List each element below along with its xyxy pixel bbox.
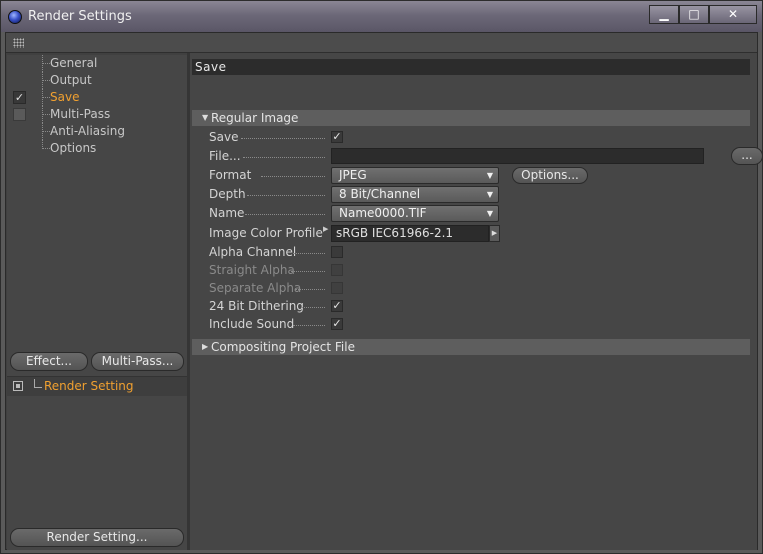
- save-settings-panel: Save ▼ Regular Image Save ✓ File... ... …: [190, 53, 763, 550]
- dropdown-arrow-icon: ▼: [486, 171, 493, 180]
- window-controls: ▁ □ ✕: [649, 5, 757, 25]
- depth-row: Depth 8 Bit/Channel ▼: [209, 186, 749, 203]
- straight-alpha-label: Straight Alpha: [209, 263, 295, 277]
- client-area: General Output ✓ Save Multi-Pass Anti-Al…: [5, 32, 763, 550]
- include-sound-label: Include Sound: [209, 317, 295, 331]
- window-title: Render Settings: [28, 9, 132, 24]
- file-label: File...: [209, 149, 241, 163]
- sidebar-item-multi-pass[interactable]: Multi-Pass: [7, 106, 187, 123]
- sidebar-item-anti-aliasing[interactable]: Anti-Aliasing: [7, 123, 187, 140]
- alpha-channel-checkbox[interactable]: [331, 246, 343, 258]
- effect-button[interactable]: Effect...: [10, 352, 88, 371]
- maximize-button[interactable]: □: [679, 5, 709, 24]
- expand-triangle-icon: ▶: [202, 342, 209, 351]
- title-bar[interactable]: Render Settings ▁ □ ✕: [1, 1, 762, 32]
- settings-sidebar: General Output ✓ Save Multi-Pass Anti-Al…: [7, 55, 187, 550]
- toolbar: [6, 33, 757, 53]
- dithering-label: 24 Bit Dithering: [209, 299, 304, 313]
- save-label: Save: [209, 130, 239, 144]
- cinema4d-app-icon: [8, 10, 22, 24]
- dropdown-arrow-icon: ▼: [486, 209, 493, 218]
- format-dropdown[interactable]: JPEG ▼: [331, 167, 499, 184]
- close-button[interactable]: ✕: [709, 5, 757, 24]
- alpha-channel-row: Alpha Channel: [209, 244, 749, 261]
- separate-alpha-row: Separate Alpha: [209, 280, 749, 297]
- regular-image-section-header[interactable]: ▼ Regular Image: [192, 110, 750, 126]
- compositing-section-header[interactable]: ▶ Compositing Project File: [192, 339, 750, 355]
- name-dropdown[interactable]: Name0000.TIF ▼: [331, 205, 499, 222]
- sidebar-item-general[interactable]: General: [7, 55, 187, 72]
- expand-triangle-icon[interactable]: ▶: [323, 225, 328, 233]
- format-label: Format: [209, 168, 252, 182]
- file-row: File... ...: [209, 147, 763, 165]
- sidebar-item-options[interactable]: Options: [7, 140, 187, 157]
- format-options-button[interactable]: Options...: [512, 167, 588, 184]
- render-setting-item[interactable]: Render Setting: [44, 379, 134, 393]
- render-setting-icon[interactable]: [13, 381, 23, 391]
- settings-tree: General Output ✓ Save Multi-Pass Anti-Al…: [7, 55, 187, 157]
- browse-file-button[interactable]: ...: [731, 147, 763, 165]
- minimize-button[interactable]: ▁: [649, 5, 679, 24]
- multi-pass-enable-checkbox[interactable]: [13, 108, 26, 121]
- save-checkbox[interactable]: ✓: [331, 131, 343, 143]
- straight-alpha-row: Straight Alpha: [209, 262, 749, 279]
- dithering-checkbox[interactable]: ✓: [331, 300, 343, 312]
- separate-alpha-checkbox[interactable]: [331, 282, 343, 294]
- alpha-channel-label: Alpha Channel: [209, 245, 297, 259]
- sidebar-item-label: Multi-Pass: [50, 107, 111, 121]
- render-setting-list: Render Setting: [7, 376, 187, 396]
- render-settings-window: Render Settings ▁ □ ✕ General Output ✓ S…: [0, 0, 763, 554]
- grip-icon[interactable]: [13, 38, 24, 48]
- color-profile-label: Image Color Profile: [209, 226, 323, 240]
- profile-menu-arrow-icon[interactable]: ▶: [489, 225, 500, 242]
- name-row: Name Name0000.TIF ▼: [209, 205, 749, 222]
- multi-pass-button[interactable]: Multi-Pass...: [91, 352, 184, 371]
- separate-alpha-label: Separate Alpha: [209, 281, 302, 295]
- sidebar-item-label: Output: [50, 73, 92, 87]
- sidebar-item-save[interactable]: ✓ Save: [7, 89, 187, 106]
- color-profile-row: Image Color Profile ▶ sRGB IEC61966-2.1 …: [209, 225, 749, 242]
- straight-alpha-checkbox[interactable]: [331, 264, 343, 276]
- collapse-triangle-icon: ▼: [202, 113, 209, 122]
- dithering-row: 24 Bit Dithering ✓: [209, 298, 749, 315]
- include-sound-row: Include Sound ✓: [209, 316, 749, 333]
- depth-dropdown[interactable]: 8 Bit/Channel ▼: [331, 186, 499, 203]
- sidebar-item-label: General: [50, 56, 98, 70]
- format-row: Format JPEG ▼ Options...: [209, 167, 749, 184]
- dropdown-arrow-icon: ▼: [486, 190, 493, 199]
- depth-label: Depth: [209, 187, 246, 201]
- name-label: Name: [209, 206, 245, 220]
- render-setting-button[interactable]: Render Setting...: [10, 528, 184, 547]
- sidebar-item-label: Options: [50, 141, 97, 155]
- sidebar-item-output[interactable]: Output: [7, 72, 187, 89]
- save-enable-checkbox[interactable]: ✓: [13, 91, 26, 104]
- include-sound-checkbox[interactable]: ✓: [331, 318, 343, 330]
- sidebar-item-label: Save: [50, 90, 80, 104]
- save-row: Save ✓: [209, 129, 749, 146]
- page-title: Save: [192, 59, 750, 75]
- file-path-field[interactable]: [331, 148, 704, 164]
- color-profile-field[interactable]: sRGB IEC61966-2.1: [331, 225, 489, 242]
- sidebar-item-label: Anti-Aliasing: [50, 124, 125, 138]
